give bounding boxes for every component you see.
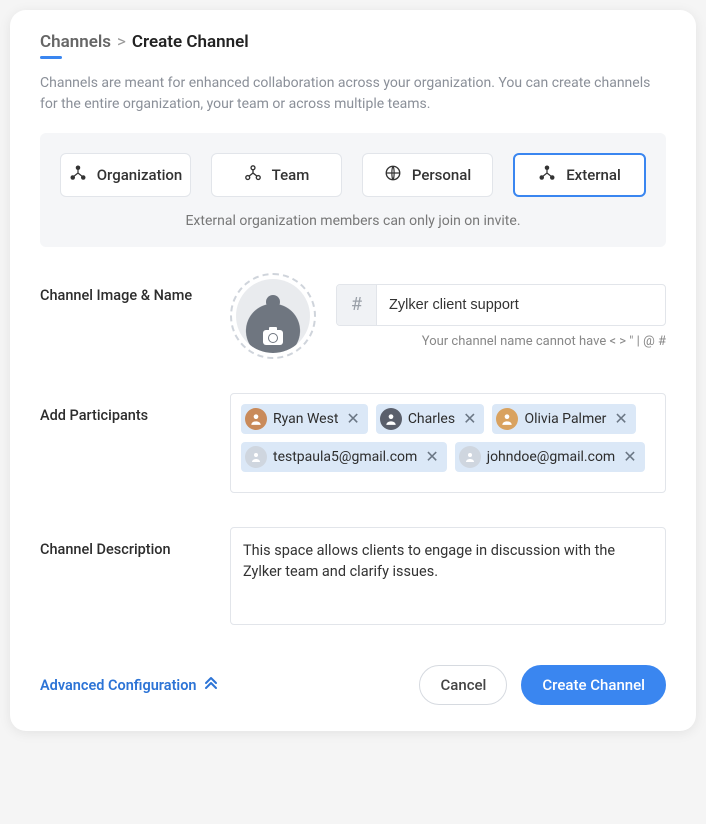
user-icon	[245, 446, 267, 468]
participant-name: Ryan West	[273, 411, 338, 427]
participant-name: Charles	[408, 411, 455, 427]
avatar	[380, 408, 402, 430]
advanced-link-label: Advanced Configuration	[40, 677, 197, 694]
participant-chip: johndoe@gmail.com ✕	[455, 442, 645, 472]
participant-chip: testpaula5@gmail.com ✕	[241, 442, 447, 472]
participant-name: testpaula5@gmail.com	[273, 449, 417, 465]
breadcrumb-current: Create Channel	[132, 32, 249, 52]
breadcrumb: Channels > Create Channel	[40, 32, 666, 52]
user-icon	[459, 446, 481, 468]
channel-name-helper: Your channel name cannot have < > " | @ …	[336, 334, 666, 349]
intro-text: Channels are meant for enhanced collabor…	[40, 73, 666, 115]
advanced-configuration-link[interactable]: Advanced Configuration	[40, 675, 219, 695]
label-image-name: Channel Image & Name	[40, 273, 230, 304]
participants-input[interactable]: Ryan West✕Charles✕Olivia Palmer✕testpaul…	[230, 393, 666, 493]
channel-name-input[interactable]	[377, 297, 665, 313]
channel-description-input[interactable]	[230, 527, 666, 625]
participant-chip: Ryan West ✕	[241, 404, 368, 434]
avatar	[496, 408, 518, 430]
remove-participant-icon[interactable]: ✕	[621, 449, 638, 465]
channel-type-label: Team	[272, 166, 310, 184]
external-icon	[538, 164, 556, 186]
channel-type-organization[interactable]: Organization	[60, 153, 191, 197]
channel-type-note: External organization members can only j…	[60, 213, 646, 229]
label-description: Channel Description	[40, 527, 230, 558]
participant-chip: Charles ✕	[376, 404, 485, 434]
participant-name: Olivia Palmer	[524, 411, 606, 427]
camera-icon	[263, 330, 283, 345]
title-underline	[40, 56, 62, 59]
channel-type-external[interactable]: External	[513, 153, 646, 197]
channel-image-uploader[interactable]	[230, 273, 316, 359]
label-participants: Add Participants	[40, 393, 230, 424]
team-icon	[244, 164, 262, 186]
remove-participant-icon[interactable]: ✕	[423, 449, 440, 465]
remove-participant-icon[interactable]: ✕	[344, 411, 361, 427]
remove-participant-icon[interactable]: ✕	[612, 411, 629, 427]
breadcrumb-separator: >	[117, 32, 126, 52]
avatar	[245, 408, 267, 430]
personal-icon	[384, 164, 402, 186]
participant-chip: Olivia Palmer ✕	[492, 404, 635, 434]
create-channel-button[interactable]: Create Channel	[521, 665, 666, 705]
channel-type-selector: Organization Team Personal External Externa…	[40, 133, 666, 247]
channel-type-label: External	[566, 166, 621, 184]
cancel-button[interactable]: Cancel	[419, 665, 507, 705]
channel-type-personal[interactable]: Personal	[362, 153, 493, 197]
channel-type-label: Organization	[97, 166, 183, 184]
organization-icon	[69, 164, 87, 186]
remove-participant-icon[interactable]: ✕	[461, 411, 478, 427]
breadcrumb-parent[interactable]: Channels	[40, 32, 111, 52]
participant-name: johndoe@gmail.com	[487, 449, 616, 465]
channel-type-team[interactable]: Team	[211, 153, 342, 197]
chevron-up-double-icon	[203, 675, 219, 695]
create-channel-dialog: Channels > Create Channel Channels are m…	[10, 10, 696, 731]
hash-prefix-icon: #	[337, 285, 377, 325]
channel-type-label: Personal	[412, 166, 471, 184]
